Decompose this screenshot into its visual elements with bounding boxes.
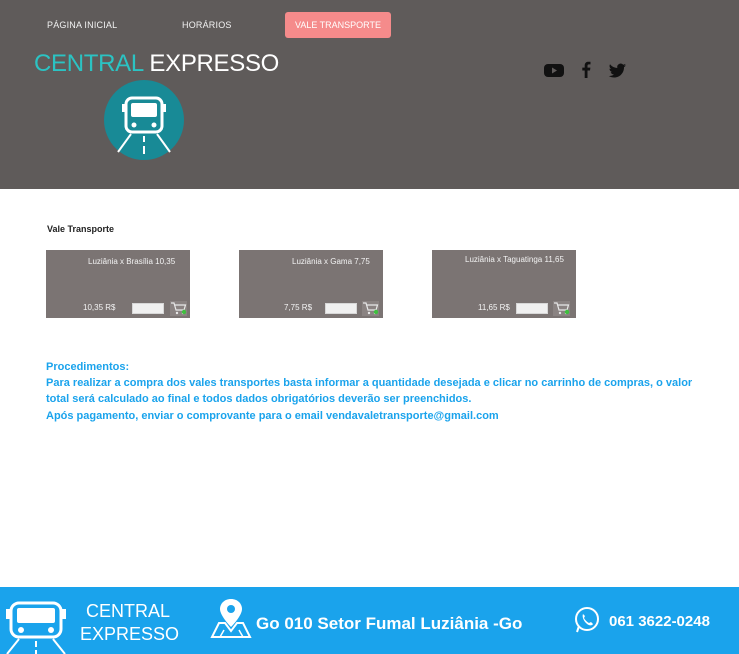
- site-header: PÁGINA INICIAL HORÁRIOS VALE TRANSPORTE …: [0, 0, 739, 189]
- site-logo-text[interactable]: CENTRAL EXPRESSO: [34, 50, 279, 78]
- page: PÁGINA INICIAL HORÁRIOS VALE TRANSPORTE …: [0, 0, 739, 654]
- whatsapp-icon[interactable]: [573, 606, 601, 634]
- product-title: Luziânia x Taguatinga 11,65: [465, 255, 564, 264]
- quantity-input[interactable]: [516, 303, 548, 314]
- map-pin-icon: [210, 597, 252, 639]
- footer-brand-expresso: EXPRESSO: [80, 624, 180, 644]
- procedures-title: Procedimentos:: [46, 361, 130, 373]
- logo-expresso: EXPRESSO: [149, 50, 280, 77]
- footer-phone[interactable]: 061 3622-0248: [609, 613, 710, 630]
- bus-icon: [5, 601, 67, 654]
- product-card: Luziânia x Taguatinga 11,65 11,65 R$: [432, 250, 576, 318]
- logo-central: CENTRAL: [34, 50, 144, 77]
- product-card: Luziânia x Brasília 10,35 10,35 R$: [46, 250, 190, 318]
- add-to-cart-icon[interactable]: [362, 301, 379, 316]
- quantity-input[interactable]: [132, 303, 164, 314]
- nav-pagina-inicial[interactable]: PÁGINA INICIAL: [47, 20, 117, 30]
- product-price: 10,35 R$: [83, 303, 116, 312]
- footer-brand-central: CENTRAL: [86, 601, 171, 621]
- product-title: Luziânia x Gama 7,75: [292, 257, 370, 266]
- product-title: Luziânia x Brasília 10,35: [88, 257, 176, 266]
- add-to-cart-icon[interactable]: [553, 301, 570, 316]
- product-card: Luziânia x Gama 7,75 7,75 R$: [239, 250, 383, 318]
- product-price: 7,75 R$: [284, 303, 313, 312]
- section-title: Vale Transporte: [47, 224, 115, 234]
- nav-horarios[interactable]: HORÁRIOS: [182, 20, 232, 30]
- procedures-line: total será calculado ao final e todos da…: [46, 393, 472, 405]
- facebook-icon[interactable]: [574, 58, 598, 82]
- nav-vale-transporte[interactable]: VALE TRANSPORTE: [285, 12, 391, 38]
- twitter-icon[interactable]: [605, 58, 629, 82]
- bus-logo-icon: [104, 80, 184, 160]
- product-price: 11,65 R$: [478, 303, 510, 312]
- site-footer: CENTRAL EXPRESSO Go 010 Setor Fumal Luzi…: [0, 587, 739, 654]
- add-to-cart-icon[interactable]: [170, 301, 187, 316]
- footer-address: Go 010 Setor Fumal Luziânia -Go: [256, 614, 523, 633]
- quantity-input[interactable]: [325, 303, 357, 314]
- procedures-line: Para realizar a compra dos vales transpo…: [46, 377, 693, 389]
- youtube-icon[interactable]: [542, 58, 566, 82]
- procedures-line: Após pagamento, enviar o comprovante par…: [46, 410, 499, 422]
